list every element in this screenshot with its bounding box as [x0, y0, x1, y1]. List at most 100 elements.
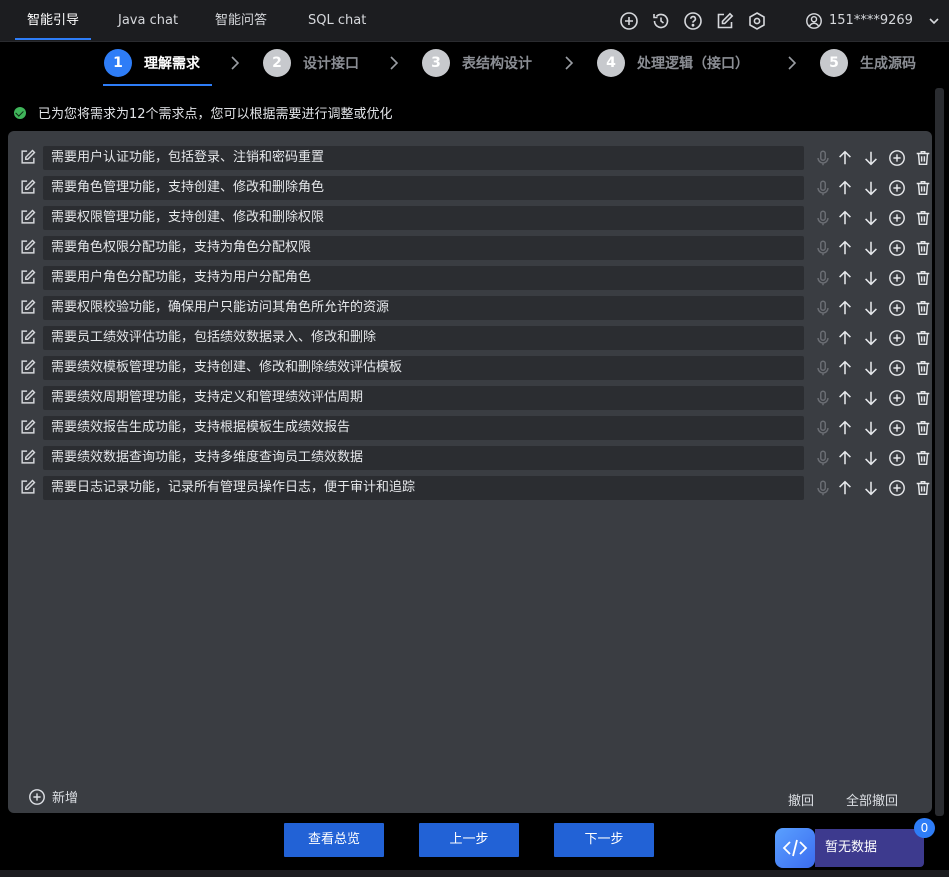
- move-up-icon[interactable]: [836, 239, 854, 257]
- step-1[interactable]: 1 理解需求: [104, 48, 200, 78]
- move-down-icon[interactable]: [862, 449, 880, 467]
- delete-icon[interactable]: [914, 209, 932, 227]
- delete-icon[interactable]: [914, 449, 932, 467]
- delete-icon[interactable]: [914, 359, 932, 377]
- edit-icon[interactable]: [19, 178, 37, 196]
- insert-row-icon[interactable]: [888, 209, 906, 227]
- move-up-icon[interactable]: [836, 179, 854, 197]
- microphone-icon[interactable]: [814, 299, 832, 317]
- move-down-icon[interactable]: [862, 269, 880, 287]
- move-up-icon[interactable]: [836, 329, 854, 347]
- edit-icon[interactable]: [19, 388, 37, 406]
- move-up-icon[interactable]: [836, 299, 854, 317]
- edit-icon[interactable]: [715, 11, 735, 31]
- requirement-text[interactable]: 需要权限管理功能，支持创建、修改和删除权限: [43, 206, 804, 230]
- requirement-text[interactable]: 需要角色权限分配功能，支持为角色分配权限: [43, 236, 804, 260]
- insert-row-icon[interactable]: [888, 149, 906, 167]
- edit-icon[interactable]: [19, 358, 37, 376]
- move-down-icon[interactable]: [862, 419, 880, 437]
- microphone-icon[interactable]: [814, 209, 832, 227]
- requirement-text[interactable]: 需要用户认证功能，包括登录、注销和密码重置: [43, 146, 804, 170]
- view-overview-button[interactable]: 查看总览: [284, 823, 384, 857]
- edit-icon[interactable]: [19, 328, 37, 346]
- microphone-icon[interactable]: [814, 239, 832, 257]
- move-up-icon[interactable]: [836, 419, 854, 437]
- insert-row-icon[interactable]: [888, 269, 906, 287]
- edit-icon[interactable]: [19, 238, 37, 256]
- code-widget-label[interactable]: 暂无数据: [815, 829, 924, 867]
- next-step-button[interactable]: 下一步: [554, 823, 654, 857]
- plus-circle-icon[interactable]: [619, 11, 639, 31]
- edit-icon[interactable]: [19, 478, 37, 496]
- move-down-icon[interactable]: [862, 329, 880, 347]
- edit-icon[interactable]: [19, 208, 37, 226]
- scrollbar[interactable]: [935, 88, 944, 816]
- insert-row-icon[interactable]: [888, 479, 906, 497]
- tab-smart-qa[interactable]: 智能问答: [215, 0, 267, 42]
- move-down-icon[interactable]: [862, 149, 880, 167]
- delete-icon[interactable]: [914, 479, 932, 497]
- requirement-text[interactable]: 需要日志记录功能，记录所有管理员操作日志，便于审计和追踪: [43, 476, 804, 500]
- delete-icon[interactable]: [914, 329, 932, 347]
- delete-icon[interactable]: [914, 389, 932, 407]
- move-up-icon[interactable]: [836, 269, 854, 287]
- settings-icon[interactable]: [747, 11, 767, 31]
- microphone-icon[interactable]: [814, 359, 832, 377]
- previous-step-button[interactable]: 上一步: [419, 823, 519, 857]
- microphone-icon[interactable]: [814, 449, 832, 467]
- move-up-icon[interactable]: [836, 359, 854, 377]
- requirement-text[interactable]: 需要权限校验功能，确保用户只能访问其角色所允许的资源: [43, 296, 804, 320]
- move-down-icon[interactable]: [862, 389, 880, 407]
- requirement-text[interactable]: 需要绩效数据查询功能，支持多维度查询员工绩效数据: [43, 446, 804, 470]
- user-menu[interactable]: 151****9269: [805, 0, 941, 42]
- requirement-text[interactable]: 需要角色管理功能，支持创建、修改和删除角色: [43, 176, 804, 200]
- delete-icon[interactable]: [914, 419, 932, 437]
- edit-icon[interactable]: [19, 298, 37, 316]
- tab-java-chat[interactable]: Java chat: [118, 0, 178, 42]
- microphone-icon[interactable]: [814, 329, 832, 347]
- requirement-text[interactable]: 需要绩效报告生成功能，支持根据模板生成绩效报告: [43, 416, 804, 440]
- requirement-text[interactable]: 需要绩效周期管理功能，支持定义和管理绩效评估周期: [43, 386, 804, 410]
- move-down-icon[interactable]: [862, 209, 880, 227]
- requirement-text[interactable]: 需要员工绩效评估功能，包括绩效数据录入、修改和删除: [43, 326, 804, 350]
- insert-row-icon[interactable]: [888, 329, 906, 347]
- microphone-icon[interactable]: [814, 269, 832, 287]
- add-requirement-button[interactable]: 新增: [28, 787, 78, 806]
- microphone-icon[interactable]: [814, 419, 832, 437]
- undo-button[interactable]: 撤回: [788, 790, 814, 809]
- delete-icon[interactable]: [914, 179, 932, 197]
- insert-row-icon[interactable]: [888, 359, 906, 377]
- move-up-icon[interactable]: [836, 479, 854, 497]
- requirement-text[interactable]: 需要用户角色分配功能，支持为用户分配角色: [43, 266, 804, 290]
- move-down-icon[interactable]: [862, 359, 880, 377]
- step-4[interactable]: 4 处理逻辑（接口）: [597, 48, 749, 78]
- delete-icon[interactable]: [914, 239, 932, 257]
- microphone-icon[interactable]: [814, 149, 832, 167]
- insert-row-icon[interactable]: [888, 419, 906, 437]
- requirement-text[interactable]: 需要绩效模板管理功能，支持创建、修改和删除绩效评估模板: [43, 356, 804, 380]
- delete-icon[interactable]: [914, 299, 932, 317]
- edit-icon[interactable]: [19, 418, 37, 436]
- step-3[interactable]: 3 表结构设计: [422, 48, 532, 78]
- move-up-icon[interactable]: [836, 149, 854, 167]
- insert-row-icon[interactable]: [888, 239, 906, 257]
- insert-row-icon[interactable]: [888, 389, 906, 407]
- microphone-icon[interactable]: [814, 179, 832, 197]
- undo-all-button[interactable]: 全部撤回: [846, 790, 898, 809]
- move-up-icon[interactable]: [836, 449, 854, 467]
- microphone-icon[interactable]: [814, 479, 832, 497]
- move-up-icon[interactable]: [836, 389, 854, 407]
- move-down-icon[interactable]: [862, 239, 880, 257]
- microphone-icon[interactable]: [814, 389, 832, 407]
- step-2[interactable]: 2 设计接口: [263, 48, 359, 78]
- move-up-icon[interactable]: [836, 209, 854, 227]
- delete-icon[interactable]: [914, 269, 932, 287]
- help-icon[interactable]: [683, 11, 703, 31]
- insert-row-icon[interactable]: [888, 299, 906, 317]
- edit-icon[interactable]: [19, 268, 37, 286]
- tab-smart-guide[interactable]: 智能引导: [14, 0, 92, 42]
- code-widget-button[interactable]: [775, 828, 815, 868]
- insert-row-icon[interactable]: [888, 449, 906, 467]
- delete-icon[interactable]: [914, 149, 932, 167]
- edit-icon[interactable]: [19, 448, 37, 466]
